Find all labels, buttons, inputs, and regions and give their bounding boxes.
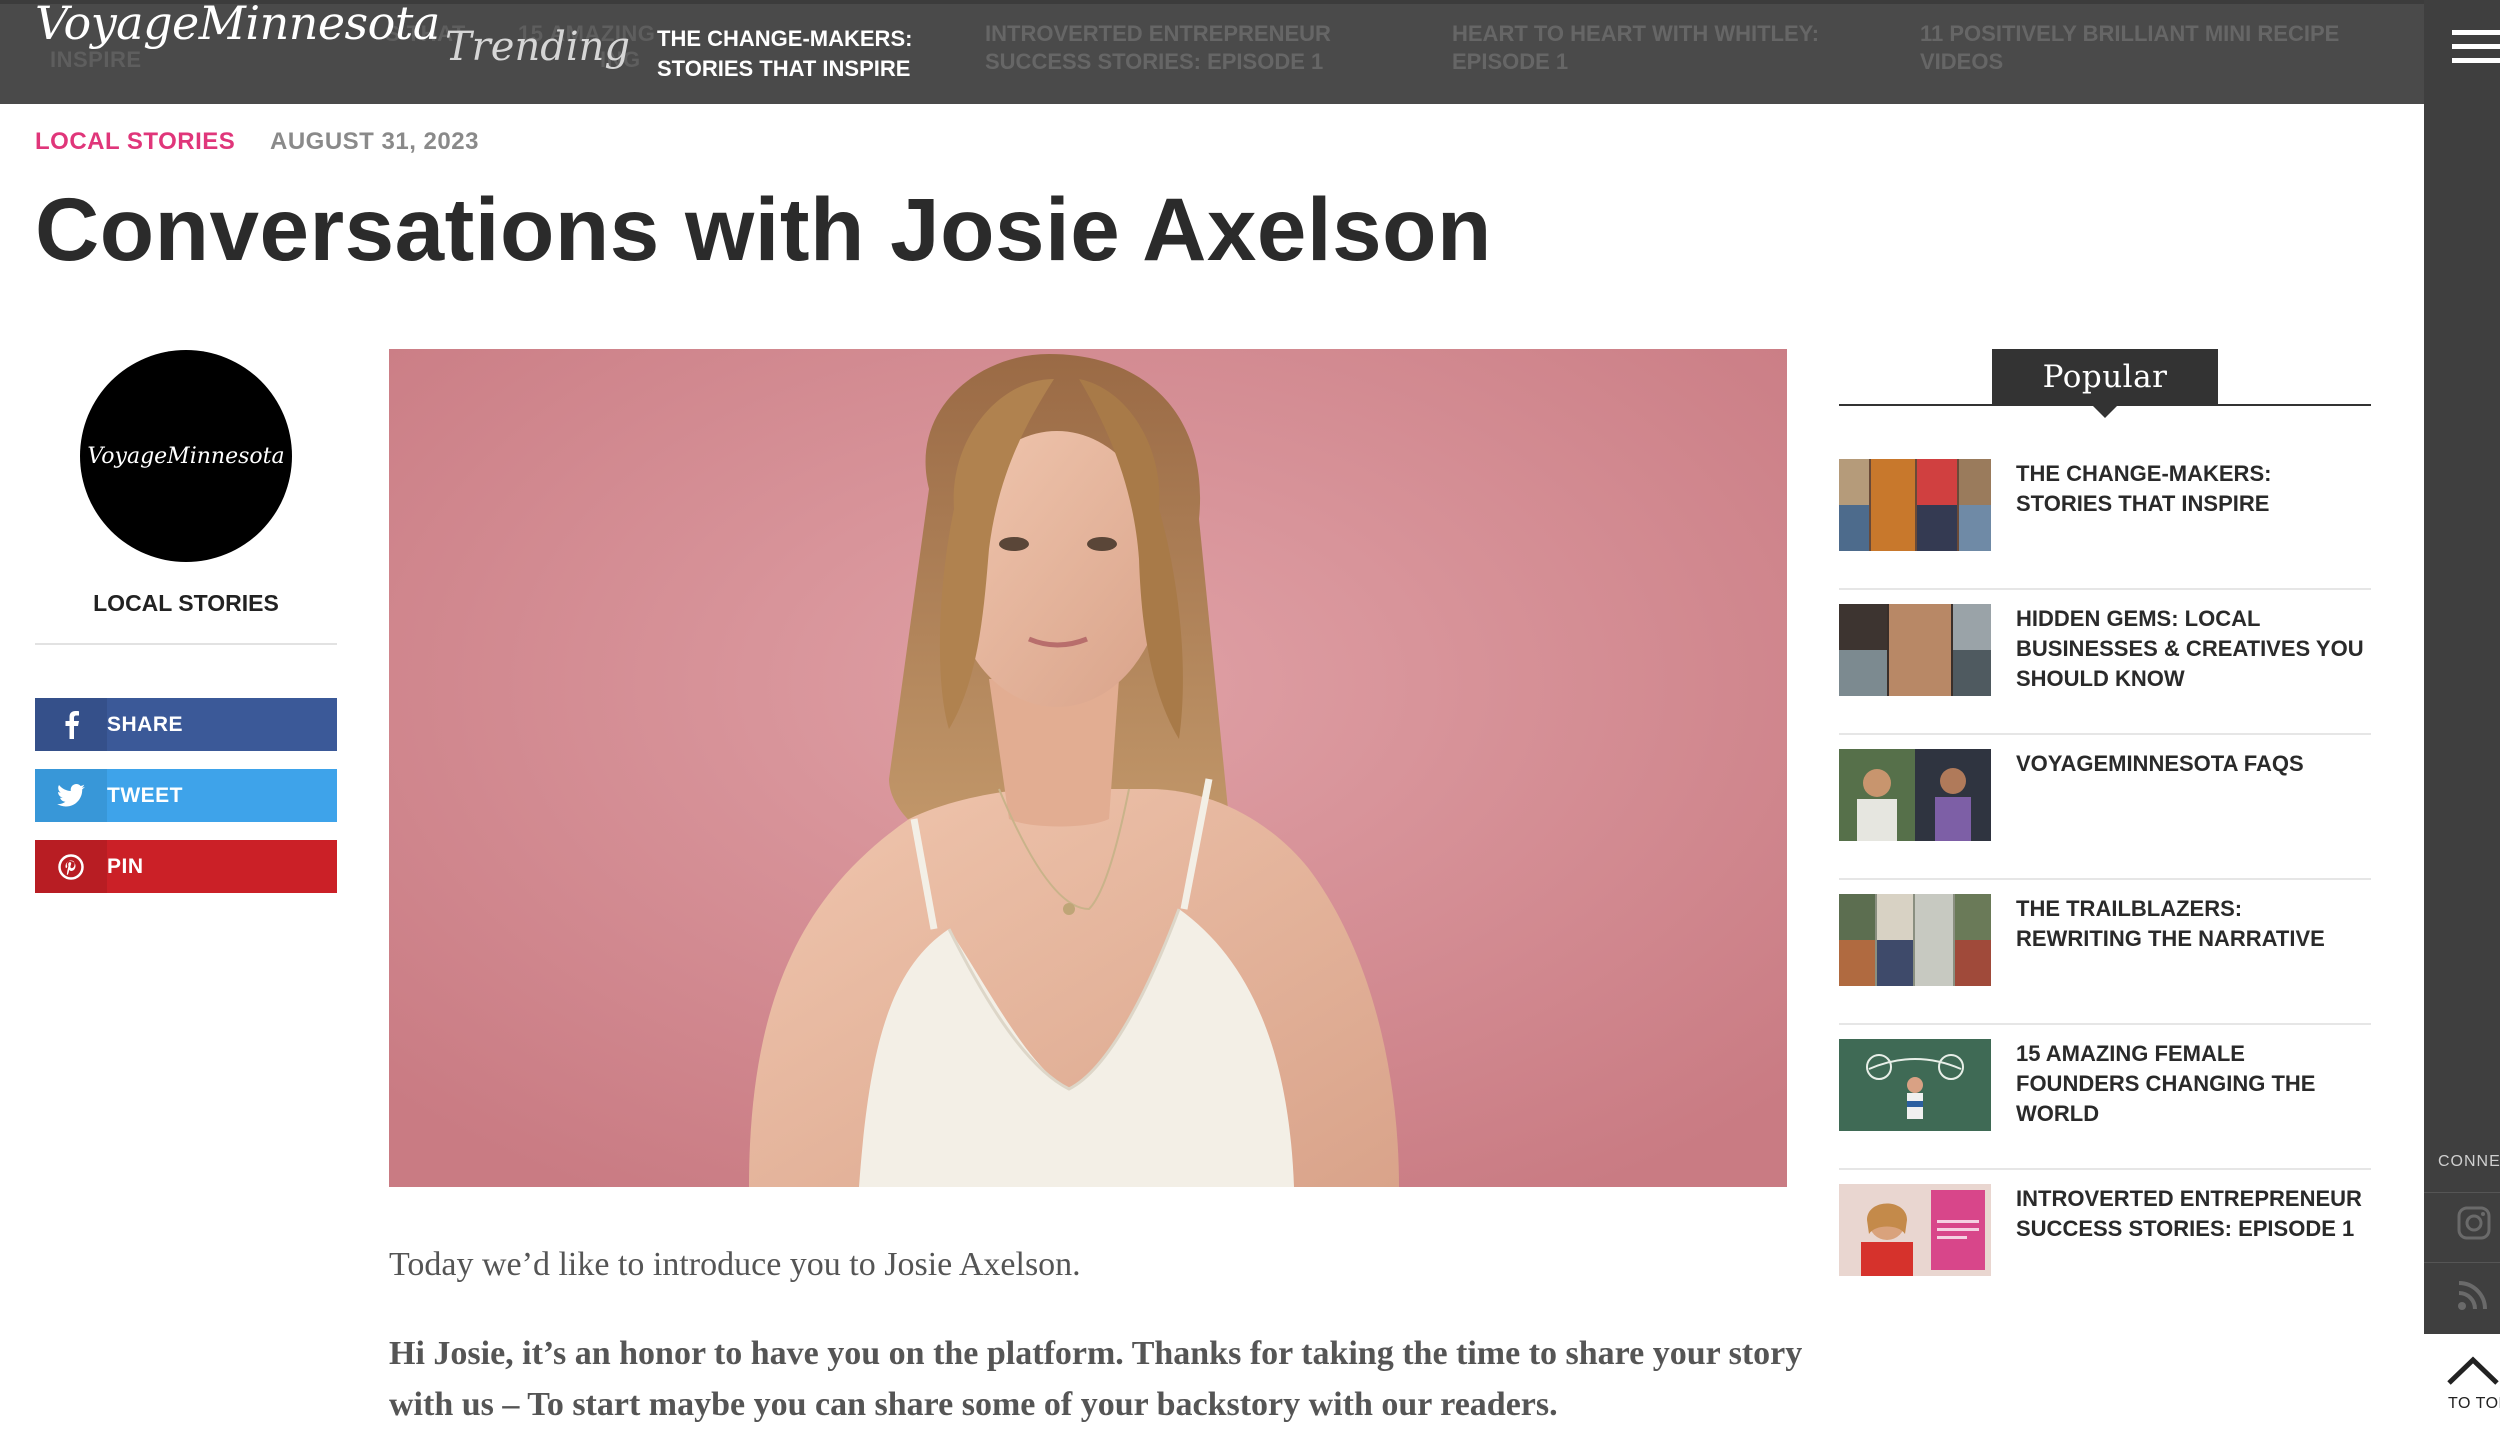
right-side-rail bbox=[2424, 0, 2500, 1334]
site-logo[interactable]: VoyageMinnesota bbox=[35, 0, 440, 50]
article-category-link[interactable]: Local Stories bbox=[35, 128, 235, 156]
popular-item-title[interactable]: Hidden Gems: Local Businesses & Creative… bbox=[2016, 604, 2371, 694]
to-top-button[interactable] bbox=[2424, 1334, 2500, 1435]
popular-item-thumbnail[interactable] bbox=[1839, 459, 1991, 551]
instagram-icon[interactable] bbox=[2456, 1205, 2500, 1249]
popular-item-title[interactable]: The Trailblazers: Rewriting the Narrativ… bbox=[2016, 894, 2371, 954]
article-date: August 31, 2023 bbox=[270, 128, 479, 155]
ticker-ghost-text: Inspire bbox=[50, 47, 142, 72]
popular-item[interactable]: VoyageMinnesota FAQs bbox=[1839, 735, 2371, 880]
pinterest-pin-label: Pin bbox=[107, 854, 144, 878]
article-title: Conversations with Josie Axelson bbox=[35, 179, 1492, 279]
popular-item[interactable]: 15 Amazing Female Founders Changing the … bbox=[1839, 1025, 2371, 1170]
connect-label: CONNECT bbox=[2438, 1153, 2500, 1170]
article-intro: Today we’d like to introduce you to Josi… bbox=[389, 1246, 1081, 1283]
twitter-tweet-label: Tweet bbox=[107, 783, 183, 807]
menu-hamburger-icon[interactable] bbox=[2452, 30, 2500, 70]
ticker-active-item[interactable]: The Change-Makers: Stories That Inspire bbox=[657, 24, 977, 84]
popular-item-thumbnail[interactable] bbox=[1839, 604, 1991, 696]
pinterest-icon bbox=[35, 840, 107, 893]
top-navigation-bar: Inspire S That 15 Amazing ing Introverte… bbox=[0, 0, 2424, 104]
ticker-item[interactable]: Introverted Entrepreneur Success Stories… bbox=[985, 20, 1405, 76]
rss-icon[interactable] bbox=[2456, 1278, 2500, 1322]
popular-item-thumbnail[interactable] bbox=[1839, 1039, 1991, 1131]
popular-item-title[interactable]: VoyageMinnesota FAQs bbox=[2016, 749, 2371, 779]
left-divider bbox=[35, 643, 337, 645]
twitter-icon bbox=[35, 769, 107, 822]
article-hero-photo bbox=[389, 349, 1787, 1187]
rail-divider bbox=[2424, 1262, 2500, 1263]
twitter-tweet-button[interactable]: Tweet bbox=[35, 769, 337, 822]
pinterest-pin-button[interactable]: Pin bbox=[35, 840, 337, 893]
article-question: Hi Josie, it’s an honor to have you on t… bbox=[389, 1335, 1803, 1423]
popular-item[interactable]: Hidden Gems: Local Businesses & Creative… bbox=[1839, 590, 2371, 735]
popular-item[interactable]: Introverted Entrepreneur Success Stories… bbox=[1839, 1170, 2371, 1315]
popular-item-thumbnail[interactable] bbox=[1839, 894, 1991, 986]
popular-heading: Popular bbox=[1992, 349, 2218, 405]
ticker-item[interactable]: 11 Positively Brilliant Mini Recipe Vide… bbox=[1920, 20, 2380, 76]
facebook-share-label: Share bbox=[107, 712, 184, 736]
rail-divider bbox=[2424, 1192, 2500, 1193]
facebook-icon bbox=[35, 698, 107, 751]
popular-item-title[interactable]: 15 Amazing Female Founders Changing the … bbox=[2016, 1039, 2371, 1129]
trending-label: Trending bbox=[445, 24, 630, 70]
portrait-illustration bbox=[389, 349, 1787, 1187]
popular-item-title[interactable]: The Change-Makers: Stories That Inspire bbox=[2016, 459, 2371, 519]
popular-item-thumbnail[interactable] bbox=[1839, 749, 1991, 841]
popular-heading-arrow bbox=[2091, 404, 2119, 418]
author-category[interactable]: Local Stories bbox=[35, 590, 337, 617]
popular-item[interactable]: The Trailblazers: Rewriting the Narrativ… bbox=[1839, 880, 2371, 1025]
facebook-share-button[interactable]: Share bbox=[35, 698, 337, 751]
popular-item[interactable]: The Change-Makers: Stories That Inspire bbox=[1839, 445, 2371, 590]
avatar-logo-text: VoyageMinnesota bbox=[87, 443, 285, 469]
popular-item-title[interactable]: Introverted Entrepreneur Success Stories… bbox=[2016, 1184, 2371, 1244]
author-avatar[interactable]: VoyageMinnesota bbox=[80, 350, 292, 562]
ticker-item[interactable]: Heart to Heart with Whitley: Episode 1 bbox=[1452, 20, 1872, 76]
popular-item-thumbnail[interactable] bbox=[1839, 1184, 1991, 1276]
to-top-label[interactable]: TO TOP bbox=[2448, 1395, 2500, 1413]
chevron-up-icon bbox=[2447, 1356, 2499, 1385]
